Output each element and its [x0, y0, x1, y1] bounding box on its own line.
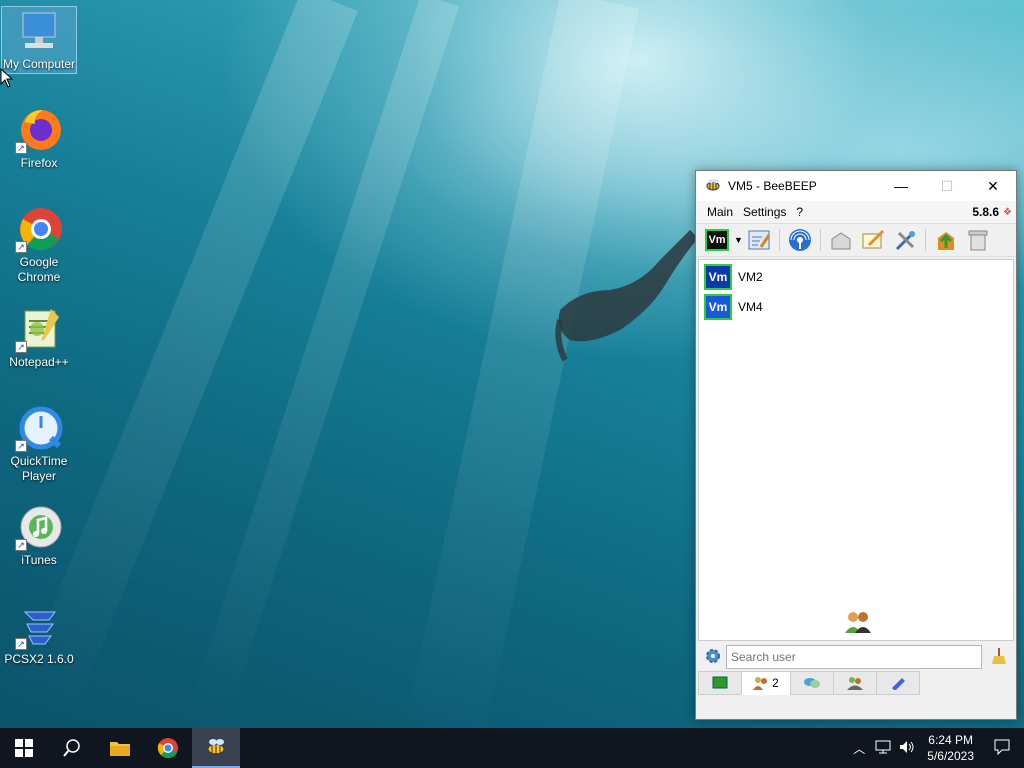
chevron-up-icon[interactable]: ︿ — [847, 740, 871, 757]
start-button[interactable] — [0, 728, 48, 768]
maximize-button[interactable]: ☐ — [924, 171, 970, 201]
menu-bar: Main Settings ? 5.8.6 ❖ — [696, 201, 1016, 223]
windows-flag-icon: ❖ — [1003, 206, 1012, 218]
version-label: 5.8.6 — [972, 205, 1000, 219]
desktop-icon-label: iTunes — [21, 553, 57, 567]
tab-chats[interactable] — [790, 671, 834, 695]
network-broadcast-button[interactable] — [787, 227, 813, 253]
menu-main[interactable]: Main — [702, 205, 738, 219]
taskbar: ︿ 6:24 PM 5/6/2023 — [0, 728, 1024, 768]
chrome-icon — [157, 738, 178, 759]
my-status-button[interactable]: Vm — [705, 227, 729, 253]
tab-files[interactable] — [876, 671, 920, 695]
chrome-icon: ↗ — [15, 205, 63, 253]
clock[interactable]: 6:24 PM 5/6/2023 — [919, 732, 982, 764]
itunes-icon: ↗ — [15, 503, 63, 551]
close-button[interactable]: ✕ — [970, 171, 1016, 201]
desktop-icon-label: PCSX2 1.6.0 — [4, 652, 74, 666]
toolbar-separator — [778, 229, 780, 251]
desktop-icon-pcsx2[interactable]: ↗ PCSX2 1.6.0 — [1, 602, 77, 667]
tools-button[interactable] — [892, 227, 918, 253]
tab-chat-screen[interactable] — [698, 671, 742, 695]
notification-icon[interactable] — [982, 739, 1024, 758]
shortcut-arrow-icon: ↗ — [15, 440, 27, 452]
computer-icon — [15, 7, 63, 55]
toolbar: Vm ▼ — [696, 223, 1016, 257]
system-tray: ︿ 6:24 PM 5/6/2023 — [847, 728, 1024, 768]
user-list-item[interactable]: Vm VM4 — [699, 292, 1013, 322]
desktop-icon-google-chrome[interactable]: ↗ Google Chrome — [1, 205, 77, 285]
edit-profile-button[interactable] — [746, 227, 772, 253]
window-title: VM5 - BeeBEEP — [728, 179, 817, 193]
taskbar-chrome[interactable] — [144, 728, 192, 768]
search-row — [698, 643, 1014, 671]
users-icon — [753, 677, 768, 690]
bee-app-icon — [704, 177, 722, 196]
user-list-item[interactable]: Vm VM2 — [699, 262, 1013, 292]
users-count: 2 — [772, 676, 779, 690]
write-note-button[interactable] — [860, 227, 886, 253]
tab-groups[interactable] — [833, 671, 877, 695]
desktop-icon-quicktime-player[interactable]: ↗ QuickTime Player — [1, 404, 77, 484]
search-user-input[interactable] — [726, 645, 982, 669]
toolbar-separator — [924, 229, 926, 251]
desktop-icon-notepad-plus-plus[interactable]: ↗ Notepad++ — [1, 305, 77, 370]
toolbar-separator — [819, 229, 821, 251]
menu-settings[interactable]: Settings — [738, 205, 791, 219]
status-dropdown-arrow-icon[interactable]: ▼ — [734, 235, 743, 245]
mouse-cursor-icon — [0, 68, 14, 88]
taskbar-beebeep[interactable] — [192, 728, 240, 768]
user-avatar: Vm — [704, 294, 732, 320]
menu-help[interactable]: ? — [791, 205, 808, 219]
shortcut-arrow-icon: ↗ — [15, 638, 27, 650]
quicktime-icon: ↗ — [15, 404, 63, 452]
taskbar-file-explorer[interactable] — [96, 728, 144, 768]
inbox-button[interactable] — [828, 227, 854, 253]
my-avatar: Vm — [705, 229, 729, 251]
minimize-button[interactable]: — — [878, 171, 924, 201]
share-files-button[interactable] — [933, 227, 959, 253]
shortcut-arrow-icon: ↗ — [15, 241, 27, 253]
bee-icon — [207, 739, 225, 755]
folder-icon — [110, 742, 130, 756]
search-button[interactable] — [48, 728, 96, 768]
beebeep-window: VM5 - BeeBEEP — ☐ ✕ Main Settings ? 5.8.… — [695, 170, 1017, 720]
user-name: VM4 — [738, 300, 763, 314]
user-list: Vm VM2 Vm VM4 — [698, 259, 1014, 641]
windows-logo-icon — [15, 739, 33, 757]
volume-icon[interactable] — [895, 740, 919, 757]
firefox-icon: ↗ — [15, 106, 63, 154]
desktop-icon-label: Notepad++ — [9, 355, 69, 369]
bottom-tabs: 2 — [698, 671, 920, 697]
gear-icon[interactable] — [704, 647, 722, 668]
title-bar[interactable]: VM5 - BeeBEEP — ☐ ✕ — [696, 171, 1016, 201]
user-avatar: Vm — [704, 264, 732, 290]
desktop-icon-label: Firefox — [20, 156, 58, 170]
tab-users[interactable]: 2 — [741, 671, 791, 695]
desktop-icon-label: Google Chrome — [17, 255, 61, 284]
desktop-icon-itunes[interactable]: ↗ iTunes — [1, 503, 77, 568]
desktop-icon-my-computer[interactable]: My Computer — [1, 6, 77, 74]
shortcut-arrow-icon: ↗ — [15, 142, 27, 154]
network-icon[interactable] — [871, 740, 895, 757]
desktop-icon-firefox[interactable]: ↗ Firefox — [1, 106, 77, 171]
search-icon — [63, 739, 80, 757]
trash-button[interactable] — [965, 227, 991, 253]
pcsx2-icon: ↗ — [15, 602, 63, 650]
clock-time: 6:24 PM — [928, 733, 973, 747]
shortcut-arrow-icon: ↗ — [15, 539, 27, 551]
notepad-plus-plus-icon: ↗ — [15, 305, 63, 353]
clock-date: 5/6/2023 — [927, 749, 974, 763]
clear-search-broom-icon[interactable] — [990, 646, 1008, 669]
shortcut-arrow-icon: ↗ — [15, 341, 27, 353]
swimmer-image — [555, 230, 698, 362]
desktop-icon-label: QuickTime Player — [10, 454, 68, 483]
user-name: VM2 — [738, 270, 763, 284]
users-group-icon — [843, 609, 873, 638]
